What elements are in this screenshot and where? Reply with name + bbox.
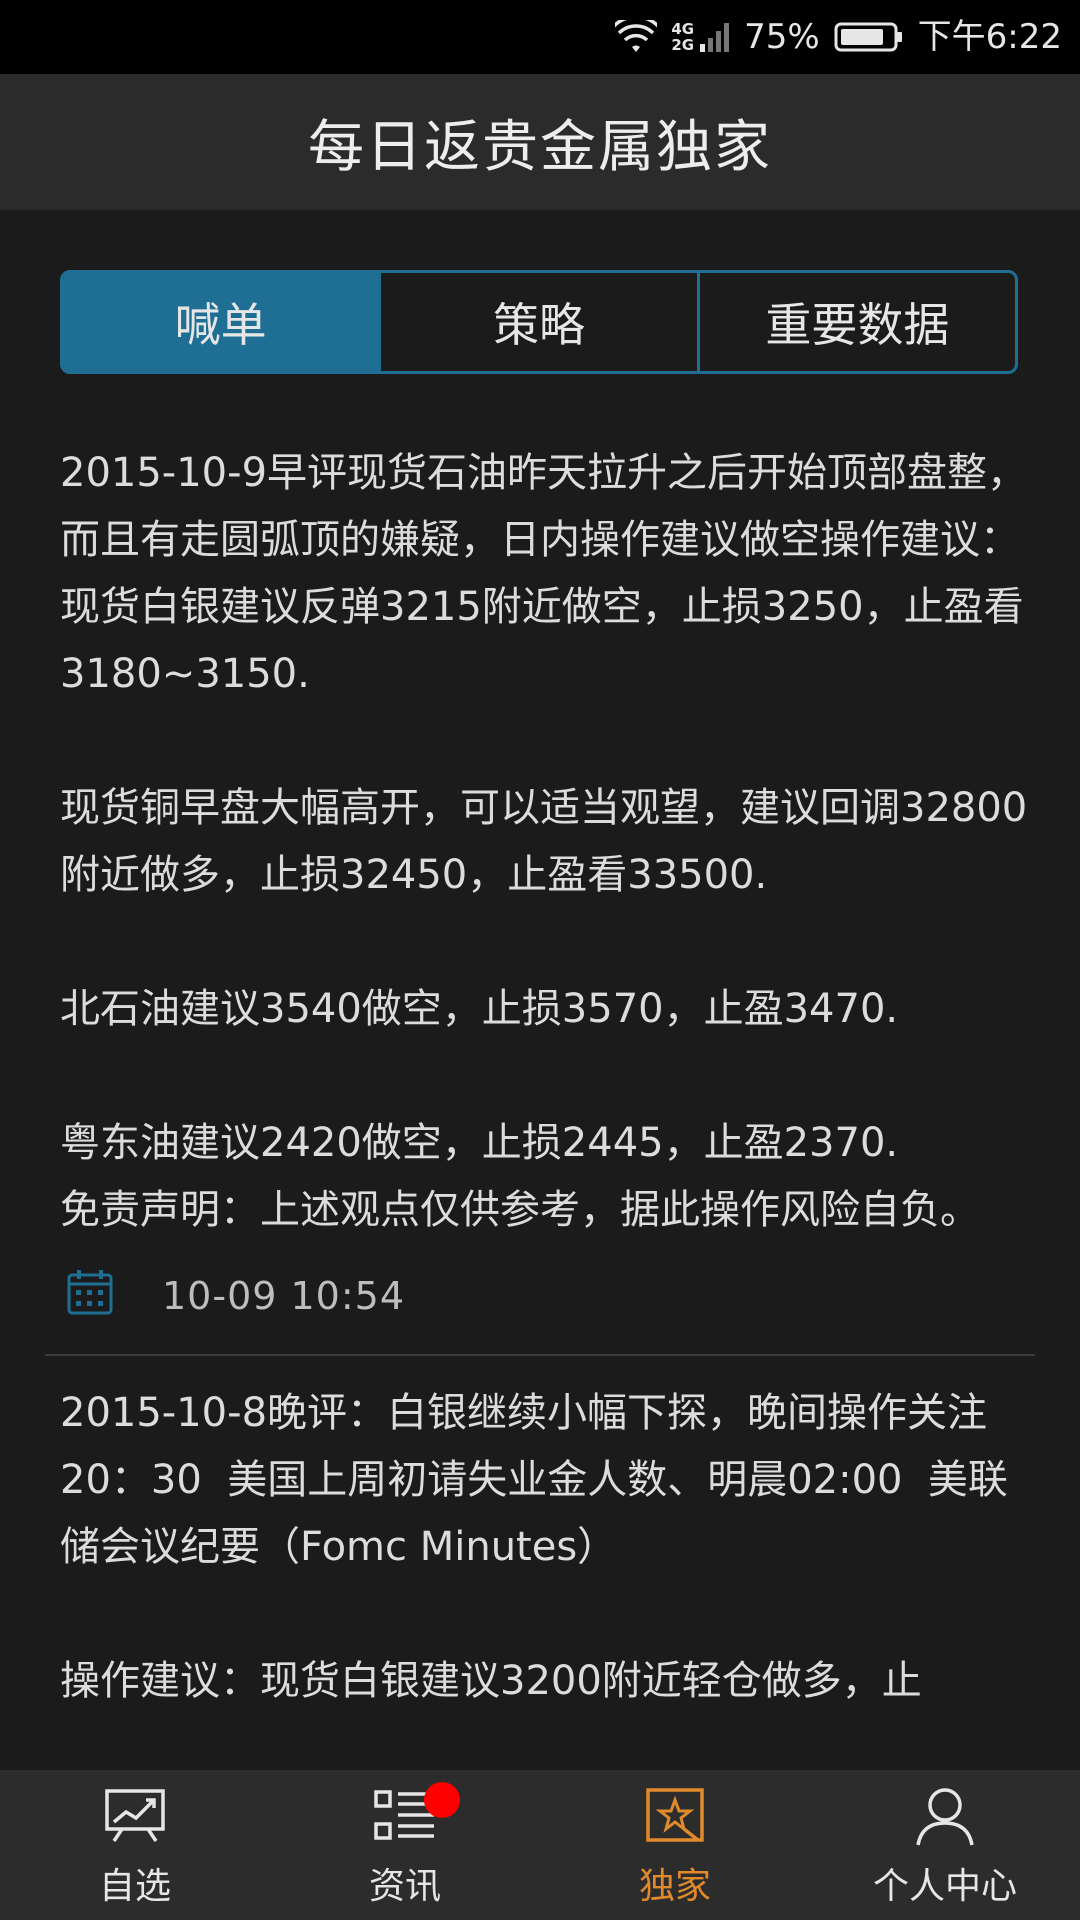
page-title: 每日返贵金属独家 xyxy=(308,114,772,180)
title-bar: 每日返贵金属独家 xyxy=(0,74,1080,210)
nav-label-news: 资讯 xyxy=(368,1866,441,1907)
nav-item-profile[interactable]: 个人中心 xyxy=(810,1770,1080,1920)
post-divider xyxy=(45,1354,1035,1356)
post-paragraph: 2015-10-8晚评：白银继续小幅下探，晚间操作关注20：30 美国上周初请失… xyxy=(60,1390,1008,1570)
tab-strategy[interactable]: 策略 xyxy=(381,273,700,371)
post-paragraph: 北石油建议3540做空，止损3570，止盈3470. xyxy=(60,986,899,1032)
post-paragraph: 粤东油建议2420做空，止损2445，止盈2370. 免责声明：上述观点仅供参考… xyxy=(60,1120,980,1233)
clock: 下午6:22 xyxy=(917,17,1062,57)
notification-badge xyxy=(424,1782,460,1818)
segmented-tabs: 喊单 策略 重要数据 xyxy=(60,270,1018,374)
post-paragraph: 2015-10-9早评现货石油昨天拉升之后开始顶部盘整，而且有走圆弧顶的嫌疑，日… xyxy=(60,450,1028,697)
network-top-label: 4G xyxy=(671,20,695,38)
bottom-nav: 自选 资讯 独家 个人中心 xyxy=(0,1770,1080,1920)
post-meta: 10-09 10:54 xyxy=(60,1256,1040,1336)
network-type-label: 4G 2G xyxy=(671,21,694,53)
nav-item-watchlist[interactable]: 自选 xyxy=(0,1770,270,1920)
battery-percent: 75% xyxy=(744,17,820,57)
wifi-icon xyxy=(615,20,658,54)
nav-label-profile: 个人中心 xyxy=(872,1866,1017,1907)
person-icon xyxy=(914,1781,976,1851)
post-item[interactable]: 2015-10-9早评现货石油昨天拉升之后开始顶部盘整，而且有走圆弧顶的嫌疑，日… xyxy=(0,440,1080,1336)
post-paragraph: 操作建议：现货白银建议3200附近轻仓做多，止 xyxy=(60,1658,922,1704)
tab-calls[interactable]: 喊单 xyxy=(63,273,382,371)
tab-key-data[interactable]: 重要数据 xyxy=(700,273,1015,371)
network-bottom-label: 2G xyxy=(671,36,695,54)
calendar-icon xyxy=(66,1268,114,1325)
nav-label-exclusive: 独家 xyxy=(638,1866,711,1907)
signal-icon xyxy=(700,20,730,54)
post-item[interactable]: 2015-10-8晚评：白银继续小幅下探，晚间操作关注20：30 美国上周初请失… xyxy=(0,1380,1080,1715)
nav-item-exclusive[interactable]: 独家 xyxy=(540,1770,810,1920)
chart-icon xyxy=(104,1781,166,1851)
battery-icon xyxy=(834,20,904,54)
post-paragraph: 现货铜早盘大幅高开，可以适当观望，建议回调32800附近做多，止损32450，止… xyxy=(60,785,1028,898)
post-feed[interactable]: 2015-10-9早评现货石油昨天拉升之后开始顶部盘整，而且有走圆弧顶的嫌疑，日… xyxy=(0,440,1080,1770)
nav-label-watchlist: 自选 xyxy=(98,1866,171,1907)
post-datetime: 10-09 10:54 xyxy=(162,1274,406,1318)
status-bar: 4G 2G 75% 下午6:22 xyxy=(0,0,1080,74)
app-screen: 4G 2G 75% 下午6:22 每日返贵金属独家 喊单 策略 重要数据 201… xyxy=(0,0,1080,1920)
star-frame-icon xyxy=(644,1781,706,1851)
nav-item-news[interactable]: 资讯 xyxy=(270,1770,540,1920)
